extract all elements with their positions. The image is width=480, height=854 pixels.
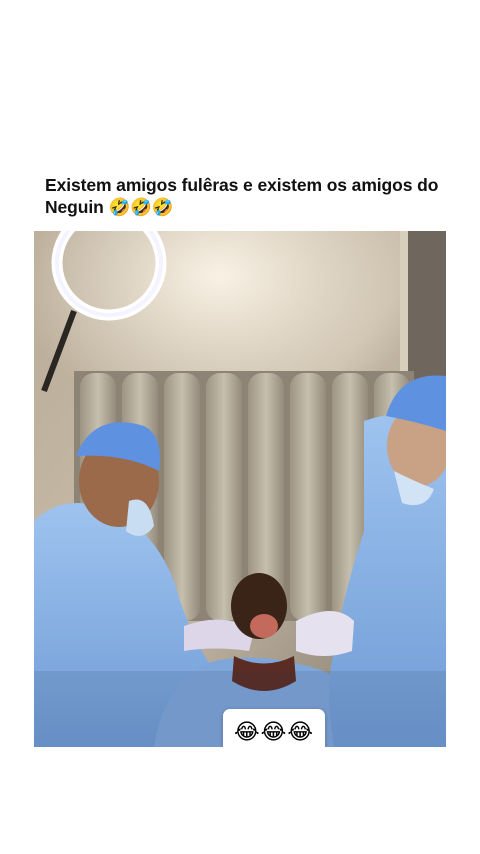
post-caption: Existem amigos fulêras e existem os amig… bbox=[45, 175, 439, 217]
video-frame[interactable]: 😂😂😂 bbox=[34, 231, 446, 747]
emoji-sticker: 😂😂😂 bbox=[223, 709, 325, 747]
video-scene bbox=[34, 231, 446, 747]
post-screen: Existem amigos fulêras e existem os amig… bbox=[0, 0, 480, 854]
